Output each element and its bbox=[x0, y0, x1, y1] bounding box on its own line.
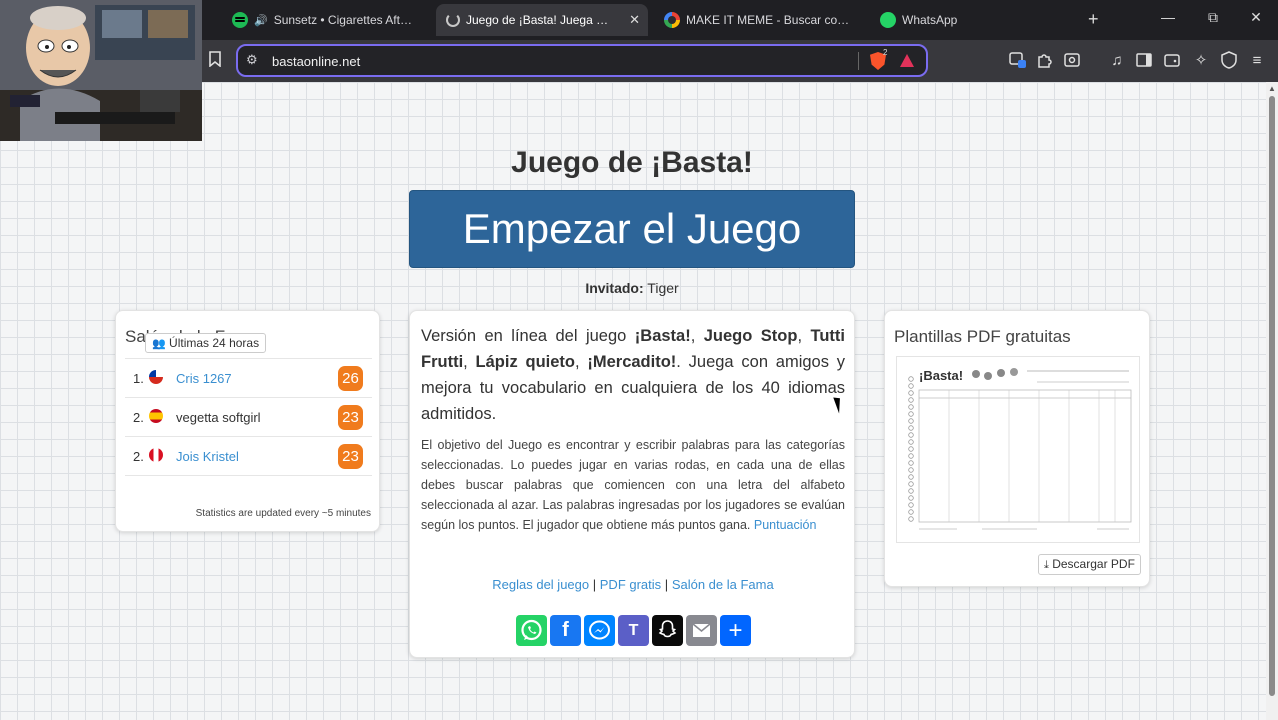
site-settings-icon[interactable]: ⚙ bbox=[246, 52, 258, 68]
wallet-extension-icon[interactable] bbox=[1008, 51, 1028, 71]
share-buttons: f T + bbox=[516, 615, 751, 646]
address-bar[interactable]: ⚙ bastaonline.net 2 bbox=[236, 44, 928, 77]
peru-flag-icon bbox=[149, 448, 163, 462]
facebook-share-button[interactable]: f bbox=[550, 615, 581, 646]
whatsapp-icon bbox=[880, 12, 896, 28]
share-button[interactable]: + bbox=[720, 615, 751, 646]
spotify-icon bbox=[232, 12, 248, 28]
webcam-overlay bbox=[0, 0, 202, 141]
close-tab-icon[interactable]: ✕ bbox=[629, 12, 640, 28]
guest-label: Invitado: bbox=[585, 280, 644, 296]
page-title: Juego de ¡Basta! bbox=[511, 146, 753, 179]
tab-spotify[interactable]: 🔊 Sunsetz • Cigarettes After Sex bbox=[222, 4, 428, 36]
rank-number: 1. bbox=[133, 371, 144, 386]
footer-links: Reglas del juego | PDF gratis | Salón de… bbox=[492, 577, 774, 592]
ranking-list: 1. Cris 1267 26 2. vegetta softgirl 23 2… bbox=[125, 358, 372, 476]
scroll-thumb[interactable] bbox=[1269, 96, 1275, 696]
player-name: vegetta softgirl bbox=[176, 410, 261, 425]
extensions-icon[interactable] bbox=[1035, 51, 1055, 71]
tab-label: WhatsApp bbox=[902, 13, 958, 27]
rank-number: 2. bbox=[133, 410, 144, 425]
page-scrollbar[interactable]: ▲ bbox=[1266, 82, 1278, 720]
score-badge: 23 bbox=[338, 444, 363, 469]
bookmark-icon[interactable] bbox=[205, 51, 225, 71]
email-share-button[interactable] bbox=[686, 615, 717, 646]
plus-icon: + bbox=[728, 617, 743, 644]
score-badge: 26 bbox=[338, 366, 363, 391]
snapchat-share-button[interactable] bbox=[652, 615, 683, 646]
player-name-link[interactable]: Cris 1267 bbox=[176, 371, 232, 386]
tab-label: Juego de ¡Basta! Juega Stop, T bbox=[466, 13, 616, 27]
intro-text: Versión en línea del juego ¡Basta!, Jueg… bbox=[421, 327, 846, 423]
chile-flag-icon bbox=[149, 370, 163, 384]
ranking-row: 2. Jois Kristel 23 bbox=[125, 437, 372, 476]
menu-icon[interactable]: ≡ bbox=[1247, 51, 1267, 71]
score-badge: 23 bbox=[338, 405, 363, 430]
tab-google[interactable]: MAKE IT MEME - Buscar con Goo bbox=[654, 4, 864, 36]
facebook-icon: f bbox=[562, 619, 569, 641]
thumb-title: ¡Basta! bbox=[919, 368, 963, 383]
new-tab-button[interactable]: + bbox=[1088, 9, 1099, 30]
divider bbox=[858, 52, 859, 70]
teams-icon: T bbox=[628, 622, 639, 639]
description-text: El objetivo del Juego es encontrar y esc… bbox=[421, 438, 845, 532]
tab-basta[interactable]: Juego de ¡Basta! Juega Stop, T ✕ bbox=[436, 4, 648, 36]
whatsapp-share-button[interactable] bbox=[516, 615, 547, 646]
tab-label: Sunsetz • Cigarettes After Sex bbox=[273, 13, 418, 27]
last-24-hours-button[interactable]: 👥 Últimas 24 horas bbox=[145, 333, 267, 353]
download-pdf-button[interactable]: ⤓ Descargar PDF bbox=[1038, 554, 1141, 575]
screenshot-icon[interactable] bbox=[1062, 51, 1082, 71]
pdf-template-thumbnail[interactable]: ¡Basta! bbox=[896, 356, 1140, 543]
minimize-button[interactable]: — bbox=[1158, 9, 1178, 25]
users-icon: 👥 bbox=[152, 338, 166, 350]
rank-number: 2. bbox=[133, 449, 144, 464]
guest-name: Tiger bbox=[647, 280, 679, 296]
game-info-panel: Versión en línea del juego ¡Basta!, Jueg… bbox=[409, 310, 855, 658]
download-icon: ⤓ bbox=[1044, 559, 1049, 571]
teams-share-button[interactable]: T bbox=[618, 615, 649, 646]
audio-playing-icon: 🔊 bbox=[254, 14, 268, 27]
last-24-hours-label: Últimas 24 horas bbox=[169, 336, 260, 350]
vpn-shield-icon[interactable] bbox=[1219, 51, 1239, 71]
hall-of-fame-link[interactable]: Salón de la Fama bbox=[672, 577, 774, 592]
tab-label: MAKE IT MEME - Buscar con Goo bbox=[686, 13, 854, 27]
web-page: Juego de ¡Basta! Empezar el Juego Invita… bbox=[0, 82, 1266, 720]
player-name-link[interactable]: Jois Kristel bbox=[176, 449, 239, 464]
pdf-templates-panel: Plantillas PDF gratuitas ¡Basta! ⤓ Desca… bbox=[884, 310, 1150, 587]
guest-status: Invitado: Tiger bbox=[409, 280, 855, 296]
rules-link[interactable]: Reglas del juego bbox=[492, 577, 589, 592]
download-pdf-label: Descargar PDF bbox=[1052, 557, 1135, 571]
ranking-row: 2. vegetta softgirl 23 bbox=[125, 398, 372, 437]
free-pdf-link[interactable]: PDF gratis bbox=[600, 577, 661, 592]
media-icon[interactable]: ♫ bbox=[1107, 51, 1127, 71]
tab-whatsapp[interactable]: WhatsApp bbox=[870, 4, 980, 36]
close-window-button[interactable]: ✕ bbox=[1246, 9, 1266, 26]
loading-spinner-icon bbox=[446, 13, 460, 27]
stats-update-note: Statistics are updated every ~5 minutes bbox=[195, 508, 371, 519]
brave-rewards-icon[interactable] bbox=[900, 54, 914, 67]
messenger-share-button[interactable] bbox=[584, 615, 615, 646]
brave-wallet-icon[interactable] bbox=[1162, 51, 1182, 71]
scoring-link[interactable]: Puntuación bbox=[754, 518, 817, 532]
url-text[interactable]: bastaonline.net bbox=[272, 54, 360, 69]
scroll-up-icon[interactable]: ▲ bbox=[1268, 84, 1276, 93]
start-game-button[interactable]: Empezar el Juego bbox=[409, 190, 855, 268]
sidebar-icon[interactable] bbox=[1134, 51, 1154, 71]
google-icon bbox=[664, 12, 680, 28]
pdf-templates-title: Plantillas PDF gratuitas bbox=[894, 327, 1071, 346]
spain-flag-icon bbox=[149, 409, 163, 423]
ranking-row: 1. Cris 1267 26 bbox=[125, 359, 372, 398]
restore-button[interactable]: ⧉ bbox=[1203, 9, 1223, 26]
leo-ai-icon[interactable]: ✧ bbox=[1191, 51, 1211, 71]
shield-count-badge: 2 bbox=[883, 48, 888, 57]
